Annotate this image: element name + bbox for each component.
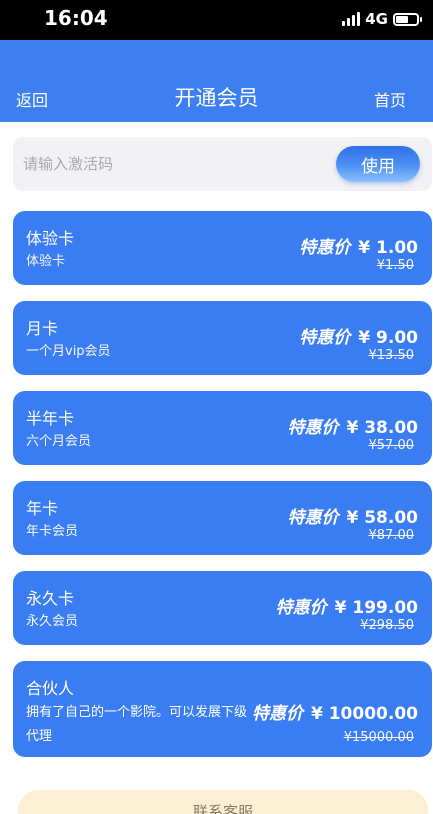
price-value: ¥ 10000.00 [310, 704, 418, 724]
activation-bar: 使用 [13, 137, 432, 191]
price-label: 特惠价 [299, 328, 351, 348]
plan-card-partner[interactable]: 合伙人 拥有了自己的一个影院。可以发展下级代理 特惠价 ¥ 10000.00 ¥… [13, 661, 432, 757]
use-button[interactable]: 使用 [336, 146, 420, 182]
plan-desc: 一个月vip会员 [26, 344, 111, 359]
price-value: ¥ 1.00 [358, 238, 418, 258]
plan-card-yearly[interactable]: 年卡 年卡会员 特惠价 ¥ 58.00 ¥87.00 [13, 481, 432, 555]
price-label: 特惠价 [251, 704, 303, 724]
plan-card-half-year[interactable]: 半年卡 六个月会员 特惠价 ¥ 38.00 ¥57.00 [13, 391, 432, 465]
original-price: ¥87.00 [368, 528, 415, 543]
price-label: 特惠价 [287, 418, 339, 438]
price-row: 特惠价 ¥ 10000.00 [252, 699, 418, 724]
price-label: 特惠价 [287, 508, 339, 528]
original-price: ¥298.50 [360, 618, 414, 633]
nav-header: 返回 开通会员 首页 [0, 40, 433, 122]
price-row: 特惠价 ¥ 1.00 [299, 233, 418, 258]
signal-icon [342, 12, 361, 26]
home-button[interactable]: 首页 [374, 87, 406, 111]
plan-name: 永久卡 [26, 589, 75, 608]
plan-desc: 拥有了自己的一个影院。可以发展下级代理 [26, 705, 248, 744]
contact-service-button[interactable]: 联系客服 [18, 790, 428, 814]
plan-desc: 年卡会员 [26, 524, 79, 539]
plan-desc: 永久会员 [26, 614, 79, 629]
price-value: ¥ 199.00 [334, 598, 418, 618]
plan-card-trial[interactable]: 体验卡 体验卡 特惠价 ¥ 1.00 ¥1.50 [13, 211, 432, 285]
plan-name: 体验卡 [26, 229, 75, 248]
plan-card-permanent[interactable]: 永久卡 永久会员 特惠价 ¥ 199.00 ¥298.50 [13, 571, 432, 645]
activation-code-input[interactable] [23, 147, 323, 181]
plan-name: 合伙人 [26, 679, 75, 698]
status-bar: 16:04 4G [0, 0, 433, 40]
plan-desc: 体验卡 [26, 254, 66, 269]
original-price: ¥1.50 [376, 258, 414, 273]
price-row: 特惠价 ¥ 9.00 [299, 323, 418, 348]
battery-icon [393, 12, 422, 26]
price-label: 特惠价 [275, 598, 327, 618]
plan-name: 月卡 [26, 319, 59, 338]
price-value: ¥ 58.00 [346, 508, 418, 528]
plan-card-monthly[interactable]: 月卡 一个月vip会员 特惠价 ¥ 9.00 ¥13.50 [13, 301, 432, 375]
network-label: 4G [365, 10, 388, 28]
price-value: ¥ 38.00 [346, 418, 418, 438]
price-value: ¥ 9.00 [358, 328, 418, 348]
page-title: 开通会员 [174, 86, 259, 110]
price-label: 特惠价 [299, 238, 351, 258]
status-indicators: 4G [342, 10, 422, 28]
price-row: 特惠价 ¥ 38.00 [287, 413, 418, 438]
plan-desc: 六个月会员 [26, 434, 92, 449]
original-price: ¥15000.00 [343, 730, 414, 745]
price-row: 特惠价 ¥ 58.00 [287, 503, 418, 528]
plan-name: 半年卡 [26, 409, 75, 428]
status-time: 16:04 [44, 6, 108, 30]
price-row: 特惠价 ¥ 199.00 [276, 593, 418, 618]
original-price: ¥57.00 [368, 438, 415, 453]
plan-name: 年卡 [26, 499, 59, 518]
original-price: ¥13.50 [368, 348, 415, 363]
